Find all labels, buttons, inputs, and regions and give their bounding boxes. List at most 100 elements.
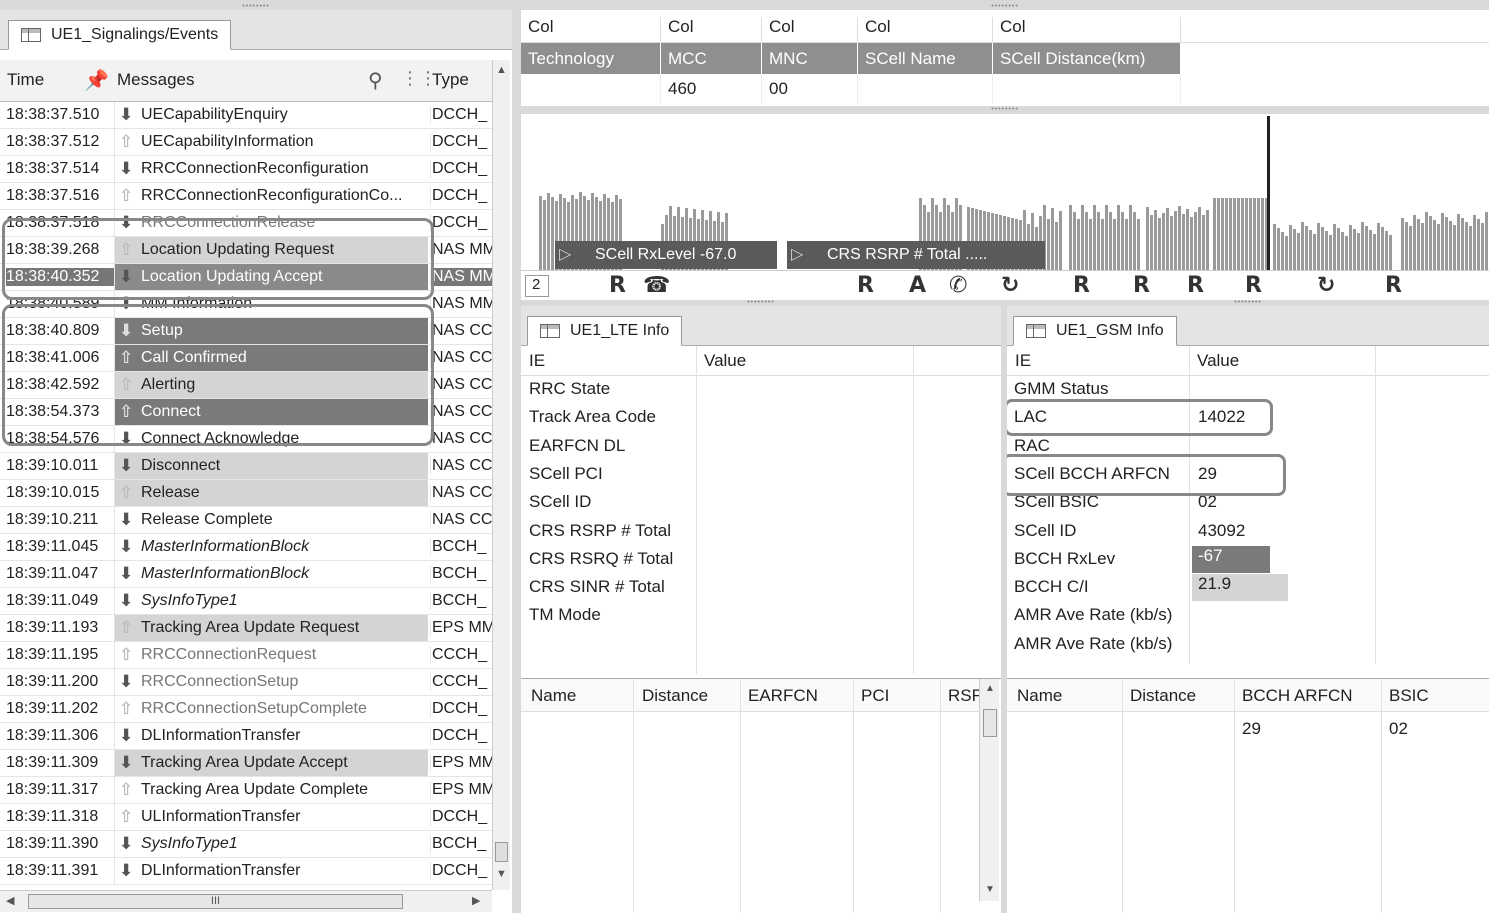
column-header-type[interactable]: Type [432, 70, 469, 90]
event-marker-icon[interactable]: R [609, 273, 626, 298]
chart-label-scell-rxlevel[interactable]: ▷ SCell RxLevel -67.0 [555, 241, 777, 269]
pin-icon[interactable]: 📌 [84, 68, 109, 93]
splitter-grip-left-top[interactable]: •••••••• [0, 3, 512, 10]
scroll-down-arrow[interactable]: ▼ [496, 868, 507, 880]
scroll-up-arrow[interactable]: ▲ [496, 64, 507, 76]
gsm-nb-header-bcch-arfcn[interactable]: BCCH ARFCN [1242, 686, 1353, 706]
lte-nb-header-pci[interactable]: PCI [861, 686, 889, 706]
message-row[interactable]: 18:39:11.317 ⇧ Tracking Area Update Comple… [0, 777, 492, 804]
event-marker-icon[interactable]: R [1133, 273, 1150, 298]
gsm-ie-label: RAC [1014, 435, 1050, 455]
grid-col-header[interactable]: Col [858, 17, 993, 43]
horizontal-scroll-thumb[interactable]: III [28, 894, 403, 909]
message-row[interactable]: 18:39:11.318 ⇧ ULInformationTransfer DCCH_ [0, 804, 492, 831]
event-marker-icon[interactable]: ✆ [949, 273, 967, 298]
message-row[interactable]: 18:38:37.512 ⇧ UECapabilityInformation DCCH… [0, 129, 492, 156]
gsm-neighbor-row[interactable]: 29 02 [1007, 713, 1489, 743]
message-row[interactable]: 18:39:11.200 ⬇ RRCConnectionSetup CCCH_ [0, 669, 492, 696]
grid-field-header[interactable]: MCC [661, 43, 762, 74]
message-row[interactable]: 18:39:11.195 ⇧ RRCConnectionRequest CCCH_ [0, 642, 492, 669]
lte-nb-header-distance[interactable]: Distance [642, 686, 708, 706]
splitter-grip-right-top[interactable]: •••••••• [521, 3, 1489, 10]
chart-counter: 2 [525, 275, 549, 297]
vertical-scrollbar[interactable]: ▲ ▼ [492, 60, 510, 890]
event-marker-icon[interactable]: R [1073, 273, 1090, 298]
chart-bar [1401, 218, 1404, 270]
grid-col-header[interactable]: Col [762, 17, 858, 43]
chart-bar [1297, 233, 1300, 270]
tab-ue1-signalings[interactable]: UE1_Signalings/Events [8, 20, 232, 50]
gsm-nb-header-bsic[interactable]: BSIC [1389, 686, 1429, 706]
splitter-grip-chart[interactable]: •••••••• [521, 299, 1001, 306]
scroll-up-arrow[interactable]: ▲ [985, 683, 995, 694]
lte-nb-header-earfcn[interactable]: EARFCN [748, 686, 818, 706]
message-row[interactable]: 18:38:37.510 ⬇ UECapabilityEnquiry DCCH_ [0, 102, 492, 129]
lte-nb-header-name[interactable]: Name [531, 686, 576, 706]
grid-field-header[interactable]: Technology [521, 43, 661, 74]
event-marker-icon[interactable]: A [909, 273, 926, 298]
message-row[interactable]: 18:39:11.309 ⬇ Tracking Area Update Accept… [0, 750, 492, 777]
row-message: DLInformationTransfer [141, 862, 301, 879]
grid-col-header[interactable]: Col [521, 17, 661, 43]
splitter-grip-chart-right[interactable]: •••••••• [1007, 299, 1489, 306]
message-row[interactable]: 18:39:11.193 ⇧ Tracking Area Update Reques… [0, 615, 492, 642]
message-row[interactable]: 18:39:11.390 ⬇ SysInfoType1 BCCH_ [0, 831, 492, 858]
callout-lac [1007, 399, 1273, 436]
lte-nb-header-rsf[interactable]: RSF [948, 686, 982, 706]
chart-bar [1221, 198, 1224, 270]
column-header-messages[interactable]: Messages [117, 70, 194, 90]
grid-col-header[interactable]: Col [993, 17, 1181, 43]
chart-bar [1158, 218, 1161, 270]
message-row[interactable]: 18:39:11.202 ⇧ RRCConnectionSetupComplete D… [0, 696, 492, 723]
chart-bar [1329, 235, 1332, 270]
scroll-thumb[interactable] [495, 842, 508, 862]
chart-cursor-line[interactable] [1267, 116, 1270, 270]
grid-field-header[interactable]: SCell Name [858, 43, 993, 74]
grid-field-header[interactable]: MNC [762, 43, 858, 74]
event-marker-icon[interactable]: ☎ [643, 273, 670, 298]
event-marker-icon[interactable]: ↻ [1317, 273, 1335, 298]
splitter-grip-grid[interactable]: •••••••• [521, 106, 1489, 113]
event-marker-icon[interactable]: R [857, 273, 874, 298]
message-row[interactable]: 18:39:11.391 ⬇ DLInformationTransfer DCCH_ [0, 858, 492, 885]
chart-bar [1129, 205, 1132, 270]
chart-bar [1113, 219, 1116, 270]
event-marker-icon[interactable]: R [1385, 273, 1402, 298]
scroll-right-arrow[interactable]: ▶ [472, 894, 480, 907]
scroll-down-arrow[interactable]: ▼ [985, 884, 995, 895]
horizontal-scrollbar[interactable]: ◀ III ▶ [0, 890, 492, 912]
message-row[interactable]: 18:38:37.514 ⬇ RRCConnectionReconfiguratio… [0, 156, 492, 183]
chart-bar [1182, 214, 1185, 270]
column-header-time[interactable]: Time [7, 70, 44, 90]
message-row[interactable]: 18:38:37.516 ⇧ RRCConnectionReconfiguratio… [0, 183, 492, 210]
chart-bar [1178, 206, 1181, 270]
tab-ue1-gsm-info[interactable]: UE1_GSM Info [1013, 316, 1177, 346]
gsm-nb-header-distance[interactable]: Distance [1130, 686, 1196, 706]
grid-col-header[interactable]: Col [661, 17, 762, 43]
event-marker-icon[interactable]: R [1245, 273, 1262, 298]
message-row[interactable]: 18:39:11.049 ⬇ SysInfoType1 BCCH_ [0, 588, 492, 615]
message-row[interactable]: 18:39:10.015 ⇧ Release NAS CC [0, 480, 492, 507]
message-row[interactable]: 18:39:11.306 ⬇ DLInformationTransfer DCCH_ [0, 723, 492, 750]
arrow-down-icon: ⬇ [119, 105, 134, 124]
chart-label-crs-rsrp[interactable]: ▷ CRS RSRP # Total ..... [787, 241, 1045, 269]
event-marker-icon[interactable]: R [1187, 273, 1204, 298]
search-icon[interactable]: ⚲ [368, 68, 383, 93]
gsm-nb-header-name[interactable]: Name [1017, 686, 1062, 706]
lte-ie-item: Track Area Code [529, 407, 656, 427]
tab-ue1-lte-info[interactable]: UE1_LTE Info [527, 316, 683, 346]
row-time: 18:39:11.202 [6, 700, 99, 717]
scroll-left-arrow[interactable]: ◀ [6, 894, 14, 907]
row-message-cell: ⬇ UECapabilityEnquiry [114, 102, 428, 128]
message-row[interactable]: 18:39:10.011 ⬇ Disconnect NAS CC [0, 453, 492, 480]
chart-bar [1229, 198, 1232, 270]
event-marker-icon[interactable]: ↻ [1001, 273, 1019, 298]
message-row[interactable]: 18:39:11.045 ⬇ MasterInformationBlock BCCH_ [0, 534, 492, 561]
row-time: 18:39:11.049 [6, 592, 99, 609]
lte-nb-scrollbar[interactable]: ▲ ▼ [979, 679, 999, 901]
message-row[interactable]: 18:39:11.047 ⬇ MasterInformationBlock BCCH_ [0, 561, 492, 588]
grid-field-header[interactable]: SCell Distance(km) [993, 43, 1181, 74]
message-row[interactable]: 18:39:10.211 ⬇ Release Complete NAS CC [0, 507, 492, 534]
row-type: DCCH_ [430, 700, 492, 718]
scroll-thumb[interactable] [983, 709, 997, 737]
